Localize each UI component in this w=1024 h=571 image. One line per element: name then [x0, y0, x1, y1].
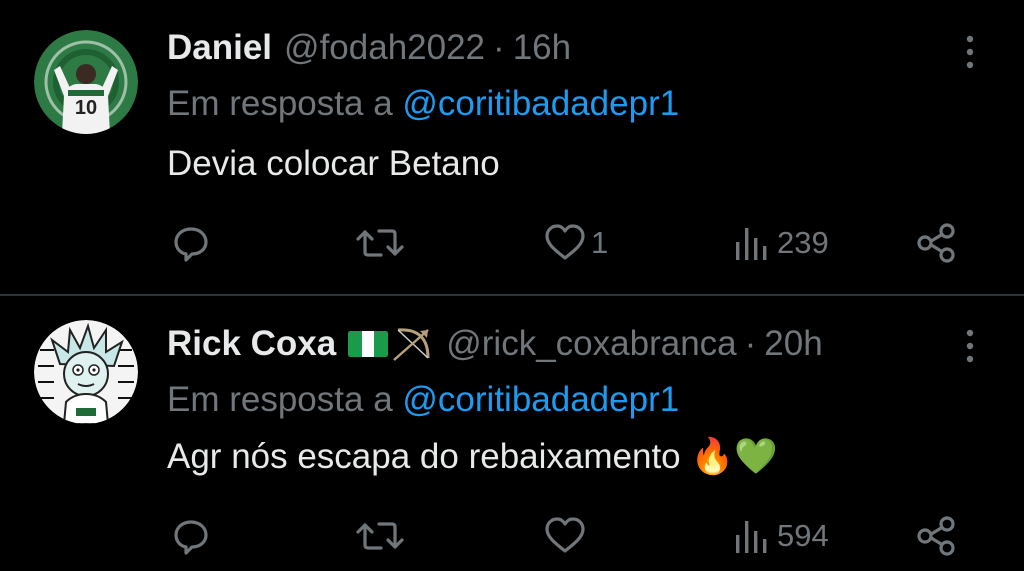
- views-button[interactable]: 594: [733, 511, 829, 561]
- views-icon: [736, 228, 767, 260]
- tweet-text-content: Devia colocar Betano: [167, 144, 500, 183]
- avatar-image: 10: [34, 30, 138, 134]
- heart-icon: [545, 517, 585, 553]
- tweet-header: Rick Coxa @rick_coxabranca · 20h: [167, 322, 823, 366]
- avatar-image: [34, 320, 138, 424]
- reply-button[interactable]: [170, 218, 212, 268]
- reply-prefix: Em resposta a: [167, 84, 393, 123]
- jersey-number: 10: [75, 97, 97, 119]
- separator: ·: [744, 324, 757, 363]
- views-icon: [736, 521, 767, 553]
- reply-context: Em resposta a @coritibadadepr1: [167, 380, 679, 420]
- reply-context: Em resposta a @coritibadadepr1: [167, 84, 679, 124]
- action-bar: 1 239: [0, 218, 1024, 268]
- reply-mention-link[interactable]: @coritibadadepr1: [402, 380, 679, 419]
- display-name[interactable]: Daniel: [167, 28, 272, 68]
- tweet[interactable]: 10 Daniel @fodah2022 · 16h Em resposta a…: [0, 0, 1024, 296]
- tweet-text-content: Agr nós escapa do rebaixamento: [167, 436, 681, 476]
- more-options-button[interactable]: [958, 32, 982, 72]
- heart-icon: [545, 224, 585, 260]
- retweet-icon: [356, 522, 404, 550]
- timestamp[interactable]: 20h: [764, 324, 822, 364]
- view-count: 239: [777, 225, 829, 260]
- tweet-text: Devia colocar Betano: [167, 144, 500, 184]
- view-count: 594: [777, 518, 829, 553]
- display-name[interactable]: Rick Coxa: [167, 324, 336, 364]
- reply-prefix: Em resposta a: [167, 380, 393, 419]
- name-emojis: [348, 324, 434, 364]
- share-button[interactable]: [914, 511, 958, 561]
- like-button[interactable]: 1: [543, 218, 608, 268]
- tweet[interactable]: Rick Coxa @rick_coxabranca · 20h Em resp…: [0, 296, 1024, 571]
- tweet-text: Agr nós escapa do rebaixamento 🔥💚: [167, 436, 778, 478]
- more-vertical-icon: [966, 35, 974, 69]
- more-options-button[interactable]: [958, 326, 982, 366]
- timestamp[interactable]: 16h: [513, 28, 571, 68]
- views-button[interactable]: 239: [733, 218, 829, 268]
- reply-button[interactable]: [170, 511, 212, 561]
- retweet-button[interactable]: [355, 511, 405, 561]
- like-button[interactable]: [543, 511, 591, 561]
- retweet-icon: [356, 229, 404, 257]
- share-icon: [917, 223, 955, 263]
- nigeria-flag-icon: [348, 331, 389, 357]
- reply-mention-link[interactable]: @coritibadadepr1: [402, 84, 679, 123]
- action-bar: 594: [0, 511, 1024, 561]
- more-vertical-icon: [966, 329, 974, 363]
- tweet-emoji: 🔥💚: [690, 437, 778, 477]
- username[interactable]: @fodah2022: [284, 28, 485, 68]
- retweet-button[interactable]: [355, 218, 405, 268]
- share-icon: [917, 516, 955, 556]
- separator: ·: [493, 28, 505, 67]
- avatar[interactable]: 10: [34, 30, 138, 134]
- bow-and-arrow-icon: [393, 328, 430, 361]
- reply-icon: [174, 227, 208, 262]
- reply-icon: [174, 520, 208, 555]
- username[interactable]: @rick_coxabranca: [446, 324, 736, 364]
- like-count: 1: [591, 225, 609, 260]
- share-button[interactable]: [914, 218, 958, 268]
- avatar[interactable]: [34, 320, 138, 424]
- tweet-header: Daniel @fodah2022 · 16h: [167, 26, 571, 70]
